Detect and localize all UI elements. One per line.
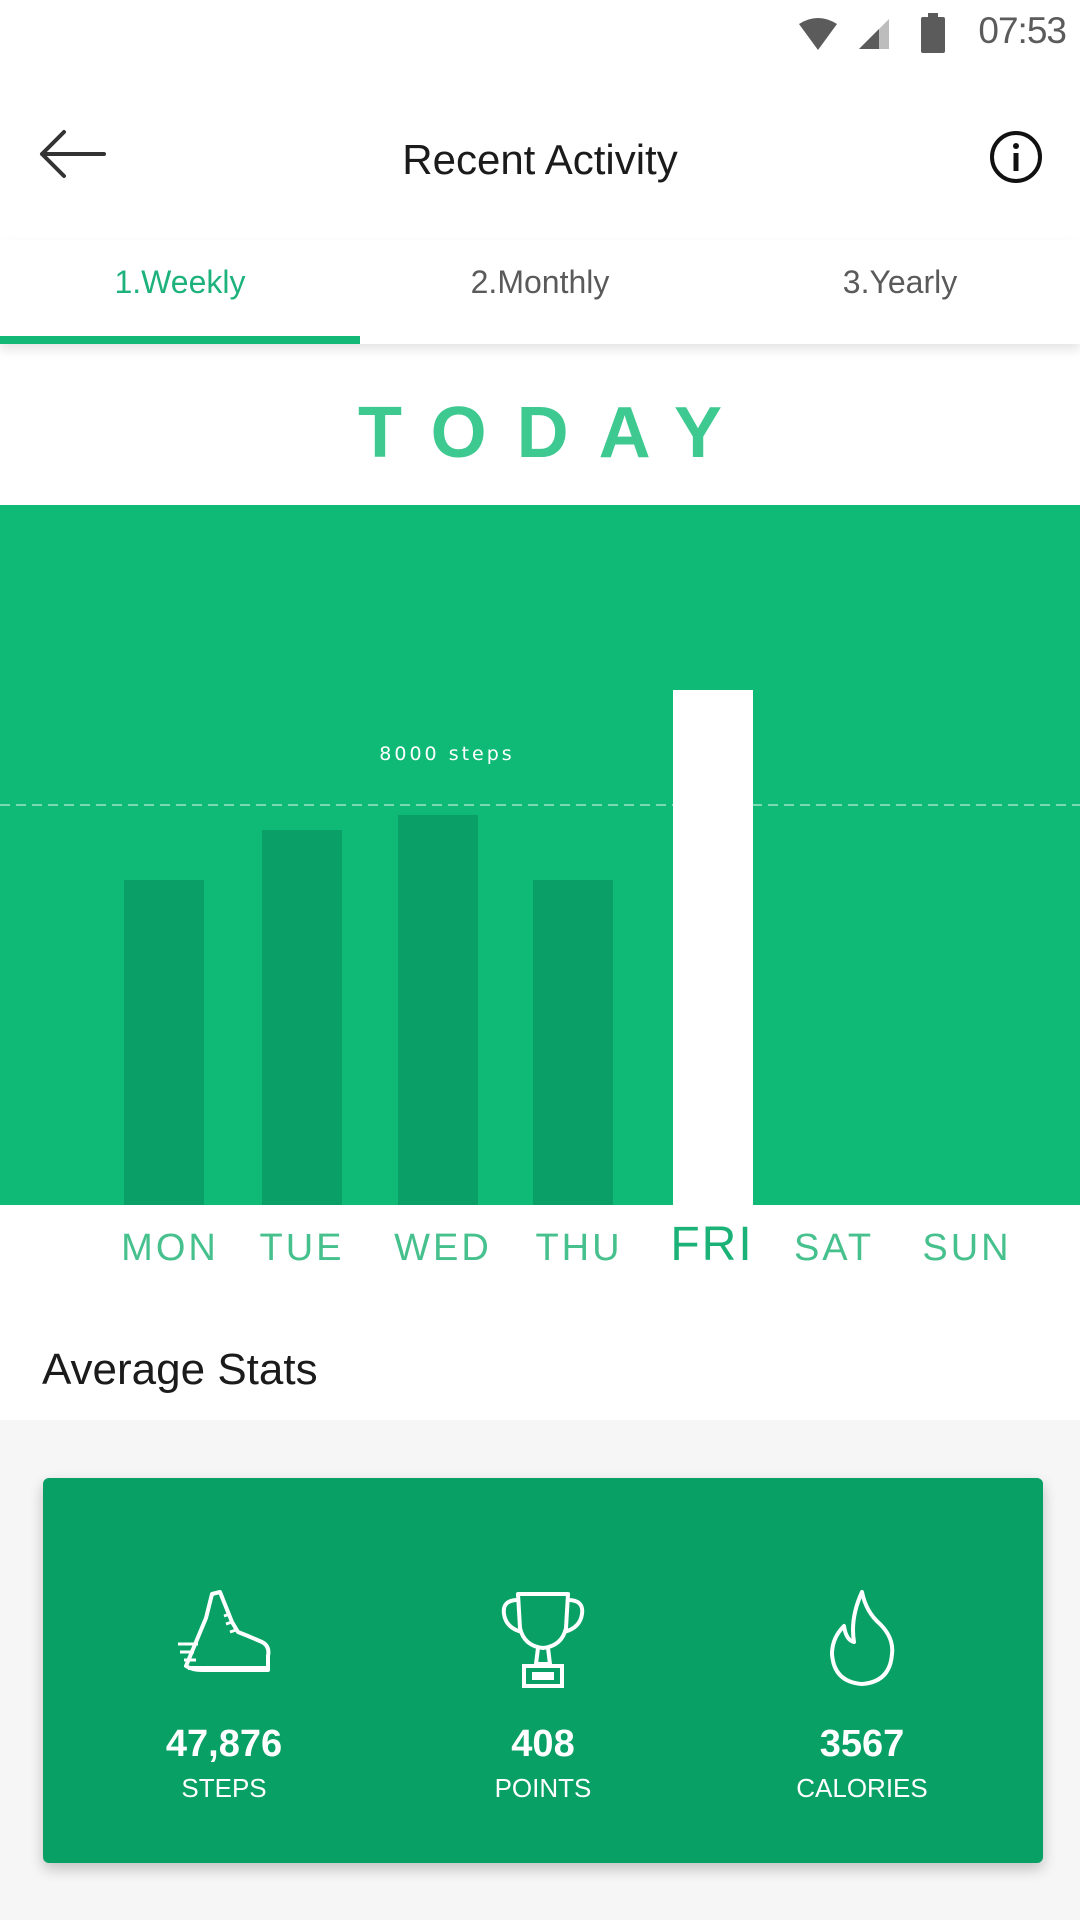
sneaker-icon bbox=[178, 1590, 271, 1672]
points-label: POINTS bbox=[494, 1773, 592, 1803]
day-label-fri[interactable]: FRI bbox=[670, 1217, 753, 1272]
bar-mon[interactable] bbox=[124, 880, 204, 1205]
stat-calories: 3567 CALORIES bbox=[742, 1478, 982, 1863]
stat-steps: 47,876 STEPS bbox=[104, 1478, 344, 1863]
chart-canvas: 8000 steps bbox=[0, 690, 1080, 1205]
calories-value: 3567 bbox=[819, 1723, 905, 1765]
tab-weekly[interactable]: 1.Weekly bbox=[0, 240, 360, 344]
average-stats-card: 47,876 STEPS 408 POINTS 3567 CALORIES bbox=[43, 1478, 1043, 1863]
average-stats-title: Average Stats bbox=[42, 1345, 318, 1394]
page-title: Recent Activity bbox=[402, 136, 678, 183]
trophy-icon bbox=[501, 1592, 585, 1688]
day-label-mon[interactable]: MON bbox=[121, 1227, 219, 1270]
period-tabs: 1.Weekly 2.Monthly 3.Yearly bbox=[0, 240, 1080, 344]
points-value: 408 bbox=[511, 1723, 575, 1765]
today-heading: TODAY bbox=[357, 393, 753, 473]
day-label-sun[interactable]: SUN bbox=[922, 1227, 1011, 1270]
bar-wed[interactable] bbox=[398, 815, 478, 1205]
day-label-wed[interactable]: WED bbox=[394, 1227, 492, 1270]
calories-label: CALORIES bbox=[796, 1773, 928, 1803]
day-label-tue[interactable]: TUE bbox=[260, 1227, 345, 1270]
info-icon bbox=[990, 131, 1042, 183]
weekly-steps-chart: 8000 steps bbox=[0, 505, 1080, 1205]
active-tab-indicator bbox=[0, 336, 360, 344]
bar-thu[interactable] bbox=[533, 880, 613, 1205]
day-axis: MON TUE WED THU FRI SAT SUN bbox=[0, 1205, 1080, 1295]
bar-tue[interactable] bbox=[262, 830, 342, 1205]
status-bar: 07:53 bbox=[0, 0, 1080, 72]
wifi-icon bbox=[799, 18, 837, 50]
signal-icon bbox=[859, 19, 889, 49]
tab-yearly[interactable]: 3.Yearly bbox=[720, 240, 1080, 344]
bar-fri[interactable] bbox=[673, 690, 753, 1205]
stat-points: 408 POINTS bbox=[423, 1478, 663, 1863]
steps-label: STEPS bbox=[181, 1773, 267, 1803]
info-button[interactable] bbox=[988, 129, 1044, 185]
app-header: Recent Activity bbox=[0, 80, 1080, 240]
status-time: 07:53 bbox=[978, 10, 1067, 51]
battery-icon bbox=[921, 13, 945, 53]
flame-icon bbox=[830, 1590, 895, 1686]
tab-monthly[interactable]: 2.Monthly bbox=[360, 240, 720, 344]
steps-value: 47,876 bbox=[165, 1723, 283, 1765]
day-label-thu[interactable]: THU bbox=[535, 1227, 622, 1270]
day-label-sat[interactable]: SAT bbox=[794, 1227, 874, 1270]
goal-reference-label: 8000 steps bbox=[379, 743, 514, 765]
